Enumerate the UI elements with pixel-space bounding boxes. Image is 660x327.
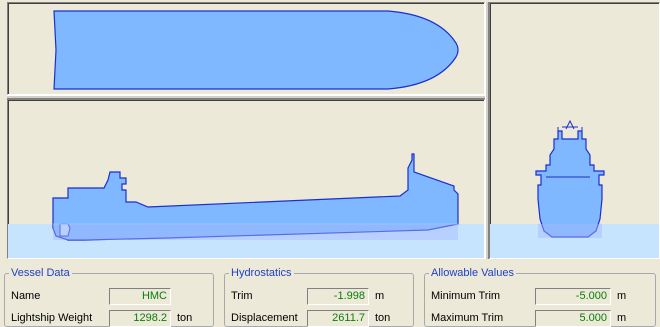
max-trim-label: Maximum Trim (431, 312, 504, 324)
name-field[interactable]: HMC (109, 287, 171, 305)
lightship-field[interactable]: 1298.2 (109, 309, 171, 327)
profile-view-pane[interactable] (7, 99, 485, 259)
displacement-unit: ton (375, 312, 391, 324)
plan-view-hull (53, 10, 459, 90)
min-trim-field[interactable]: -5.000 (535, 287, 611, 305)
section-view-pane[interactable] (489, 2, 660, 259)
min-trim-row: Minimum Trim -5.000 m (431, 287, 649, 305)
plan-view-pane[interactable] (7, 2, 485, 95)
min-trim-unit: m (617, 290, 627, 302)
displacement-label: Displacement (231, 312, 298, 324)
section-view-hull (490, 119, 659, 258)
max-trim-row: Maximum Trim 5.000 m (431, 309, 649, 327)
lightship-label: Lightship Weight (11, 312, 93, 324)
profile-view-hull (8, 153, 484, 258)
trim-label: Trim (231, 290, 253, 302)
trim-row: Trim -1.998 m (231, 287, 407, 305)
vessel-data-group: Vessel Data Name HMC Lightship Weight 12… (4, 267, 214, 327)
min-trim-label: Minimum Trim (431, 290, 501, 302)
hydrostatics-group: Hydrostatics Trim -1.998 m Displacement … (224, 267, 414, 327)
name-label: Name (11, 290, 41, 302)
allowable-values-group: Allowable Values Minimum Trim -5.000 m M… (424, 267, 656, 327)
lightship-unit: ton (177, 312, 193, 324)
hydrostatics-legend: Hydrostatics (231, 267, 292, 279)
displacement-row: Displacement 2611.7 ton (231, 309, 407, 327)
vessel-data-legend: Vessel Data (11, 267, 70, 279)
trim-field[interactable]: -1.998 (307, 287, 369, 305)
allowable-values-legend: Allowable Values (431, 267, 514, 279)
trim-unit: m (375, 290, 385, 302)
displacement-field[interactable]: 2611.7 (307, 309, 369, 327)
data-panel: Vessel Data Name HMC Lightship Weight 12… (0, 259, 660, 327)
max-trim-field[interactable]: 5.000 (535, 309, 611, 327)
max-trim-unit: m (617, 312, 627, 324)
lightship-row: Lightship Weight 1298.2 ton (11, 309, 207, 327)
name-row: Name HMC (11, 287, 207, 305)
